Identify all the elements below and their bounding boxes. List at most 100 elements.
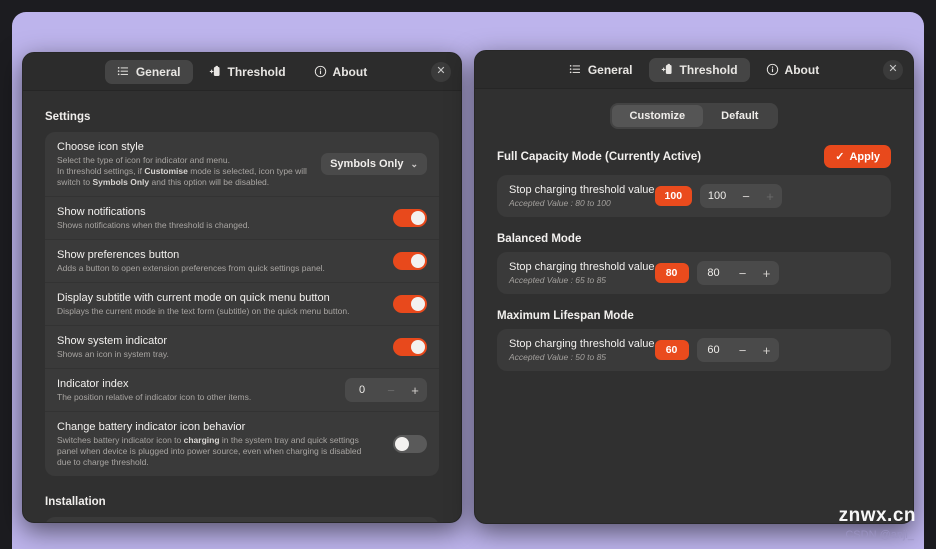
row-texts: Stop charging threshold value Accepted V… xyxy=(509,184,655,208)
subtitle-line-2: In threshold settings, if Customise mode… xyxy=(57,166,307,176)
current-value-badge: 60 xyxy=(654,340,689,360)
row-subtitle: Switches battery indicator icon to charg… xyxy=(57,435,383,468)
row-change-battery-icon-behavior: Change battery indicator icon behavior S… xyxy=(45,412,439,476)
row-title: Indicator index xyxy=(57,378,129,390)
header-bar-threshold: General Threshold About ✕ xyxy=(475,51,913,89)
tab-threshold[interactable]: Threshold xyxy=(197,60,298,84)
close-glyph: ✕ xyxy=(436,65,446,77)
icon-style-value: Symbols Only xyxy=(330,158,404,170)
mode-title: Maximum Lifespan Mode xyxy=(497,310,634,322)
mode-title: Balanced Mode xyxy=(497,233,582,245)
close-icon[interactable]: ✕ xyxy=(883,59,903,80)
row-texts: Indicator index The position relative of… xyxy=(57,377,345,403)
row-texts: Choose icon style Select the type of ico… xyxy=(57,140,321,188)
battery-charge-icon xyxy=(661,63,674,76)
minus-icon[interactable]: − xyxy=(731,338,755,362)
threshold-stepper[interactable]: 60 − + xyxy=(696,338,779,362)
row-show-system-indicator: Show system indicator Shows an icon in s… xyxy=(45,326,439,369)
general-body: Settings Choose icon style Select the ty… xyxy=(23,111,461,522)
row-choose-icon-style: Choose icon style Select the type of ico… xyxy=(45,132,439,197)
apply-button[interactable]: ✓ Apply xyxy=(824,145,891,168)
toggle-show-system-indicator[interactable] xyxy=(393,338,427,356)
row-texts: Show system indicator Shows an icon in s… xyxy=(57,334,393,360)
info-circle-icon xyxy=(314,65,327,78)
segment-customize[interactable]: Customize xyxy=(611,105,704,127)
subtitle-line-1: Switches battery indicator icon to charg… xyxy=(57,435,359,445)
tab-bar-general: General Threshold About xyxy=(104,59,380,84)
watermark-primary: znwx.cn xyxy=(838,505,916,526)
toggle-show-preferences-button[interactable] xyxy=(393,252,427,270)
row-title: Show preferences button xyxy=(57,249,180,261)
row-subtitle: The position relative of indicator icon … xyxy=(57,392,252,402)
threshold-stepper[interactable]: 100 − + xyxy=(700,184,783,208)
toggle-change-battery-icon-behavior[interactable] xyxy=(393,435,427,453)
tab-about-label: About xyxy=(332,64,368,79)
row-display-subtitle: Display subtitle with current mode on qu… xyxy=(45,283,439,326)
row-title: Show system indicator xyxy=(57,335,168,347)
tab-about-label: About xyxy=(784,62,820,77)
threshold-body: Customize Default Full Capacity Mode (Cu… xyxy=(475,89,913,371)
preferences-window-general: General Threshold About ✕ Settings Choos… xyxy=(22,52,462,523)
current-value-badge: 80 xyxy=(654,263,689,283)
row-show-notifications: Show notifications Shows notifications w… xyxy=(45,197,439,240)
subtitle-line-1: Select the type of icon for indicator an… xyxy=(57,155,230,165)
indicator-index-value[interactable]: 0 xyxy=(345,378,379,402)
row-texts: Display subtitle with current mode on qu… xyxy=(57,291,393,317)
tab-general-label: General xyxy=(587,62,633,77)
minus-icon[interactable]: − xyxy=(379,378,403,402)
tab-general[interactable]: General xyxy=(104,59,193,84)
threshold-card-full-capacity: Stop charging threshold value Accepted V… xyxy=(497,175,891,217)
current-value-badge: 100 xyxy=(654,186,693,206)
row-texts: Stop charging threshold value Accepted V… xyxy=(509,338,655,362)
plus-icon[interactable]: + xyxy=(755,261,779,285)
tab-about[interactable]: About xyxy=(754,58,832,82)
row-subtitle: Adds a button to open extension preferen… xyxy=(57,263,325,273)
tab-general-label: General xyxy=(135,64,181,79)
row-title: Display subtitle with current mode on qu… xyxy=(57,292,330,304)
minus-icon[interactable]: − xyxy=(731,261,755,285)
segment-default[interactable]: Default xyxy=(703,105,776,127)
toggle-display-subtitle[interactable] xyxy=(393,295,427,313)
tab-threshold-label: Threshold xyxy=(227,64,286,79)
chevron-down-icon: ⌄ xyxy=(410,158,418,169)
row-texts: Change battery indicator icon behavior S… xyxy=(57,420,393,468)
row-subtitle: Shows notifications when the threshold i… xyxy=(57,220,250,230)
row-texts: Show notifications Shows notifications w… xyxy=(57,205,393,231)
row-subtitle: Shows an icon in system tray. xyxy=(57,349,169,359)
toggle-knob xyxy=(411,340,425,354)
plus-icon[interactable]: + xyxy=(403,378,427,402)
settings-card: Choose icon style Select the type of ico… xyxy=(45,132,439,476)
battery-charge-icon xyxy=(209,65,222,78)
list-icon xyxy=(117,65,130,78)
close-icon[interactable]: ✕ xyxy=(431,61,451,82)
expander-install-privileges[interactable]: Install privileges for this user Install… xyxy=(45,517,439,522)
minus-icon[interactable]: − xyxy=(734,184,758,208)
row-stop-charging-threshold: Stop charging threshold value Accepted V… xyxy=(497,252,891,294)
subtitle-line-3: switch to Symbols Only and this option w… xyxy=(57,177,270,187)
mode-title: Full Capacity Mode (Currently Active) xyxy=(497,150,702,163)
plus-icon[interactable]: + xyxy=(755,338,779,362)
tab-general[interactable]: General xyxy=(557,58,645,82)
close-glyph: ✕ xyxy=(888,63,898,75)
threshold-value[interactable]: 100 xyxy=(700,184,734,208)
row-title: Change battery indicator icon behavior xyxy=(57,421,246,433)
plus-icon[interactable]: + xyxy=(758,184,782,208)
header-bar-general: General Threshold About ✕ xyxy=(23,53,461,91)
list-icon xyxy=(569,63,582,76)
threshold-value[interactable]: 80 xyxy=(697,261,731,285)
row-subtitle: Accepted Value : 65 to 85 xyxy=(509,275,607,285)
tab-about[interactable]: About xyxy=(302,60,380,84)
tab-threshold[interactable]: Threshold xyxy=(648,57,750,82)
indicator-index-stepper[interactable]: 0 − + xyxy=(345,378,427,402)
row-stop-charging-threshold: Stop charging threshold value Accepted V… xyxy=(497,329,891,371)
threshold-stepper[interactable]: 80 − + xyxy=(696,261,779,285)
row-title: Stop charging threshold value xyxy=(509,184,655,196)
row-title: Stop charging threshold value xyxy=(509,338,655,350)
icon-style-dropdown[interactable]: Symbols Only ⌄ xyxy=(321,153,427,175)
mode-header-balanced: Balanced Mode xyxy=(497,233,891,245)
toggle-knob xyxy=(395,437,409,451)
watermark-secondary: CSDN @anji_ xyxy=(845,529,914,541)
toggle-show-notifications[interactable] xyxy=(393,209,427,227)
threshold-card-balanced: Stop charging threshold value Accepted V… xyxy=(497,252,891,294)
threshold-value[interactable]: 60 xyxy=(697,338,731,362)
